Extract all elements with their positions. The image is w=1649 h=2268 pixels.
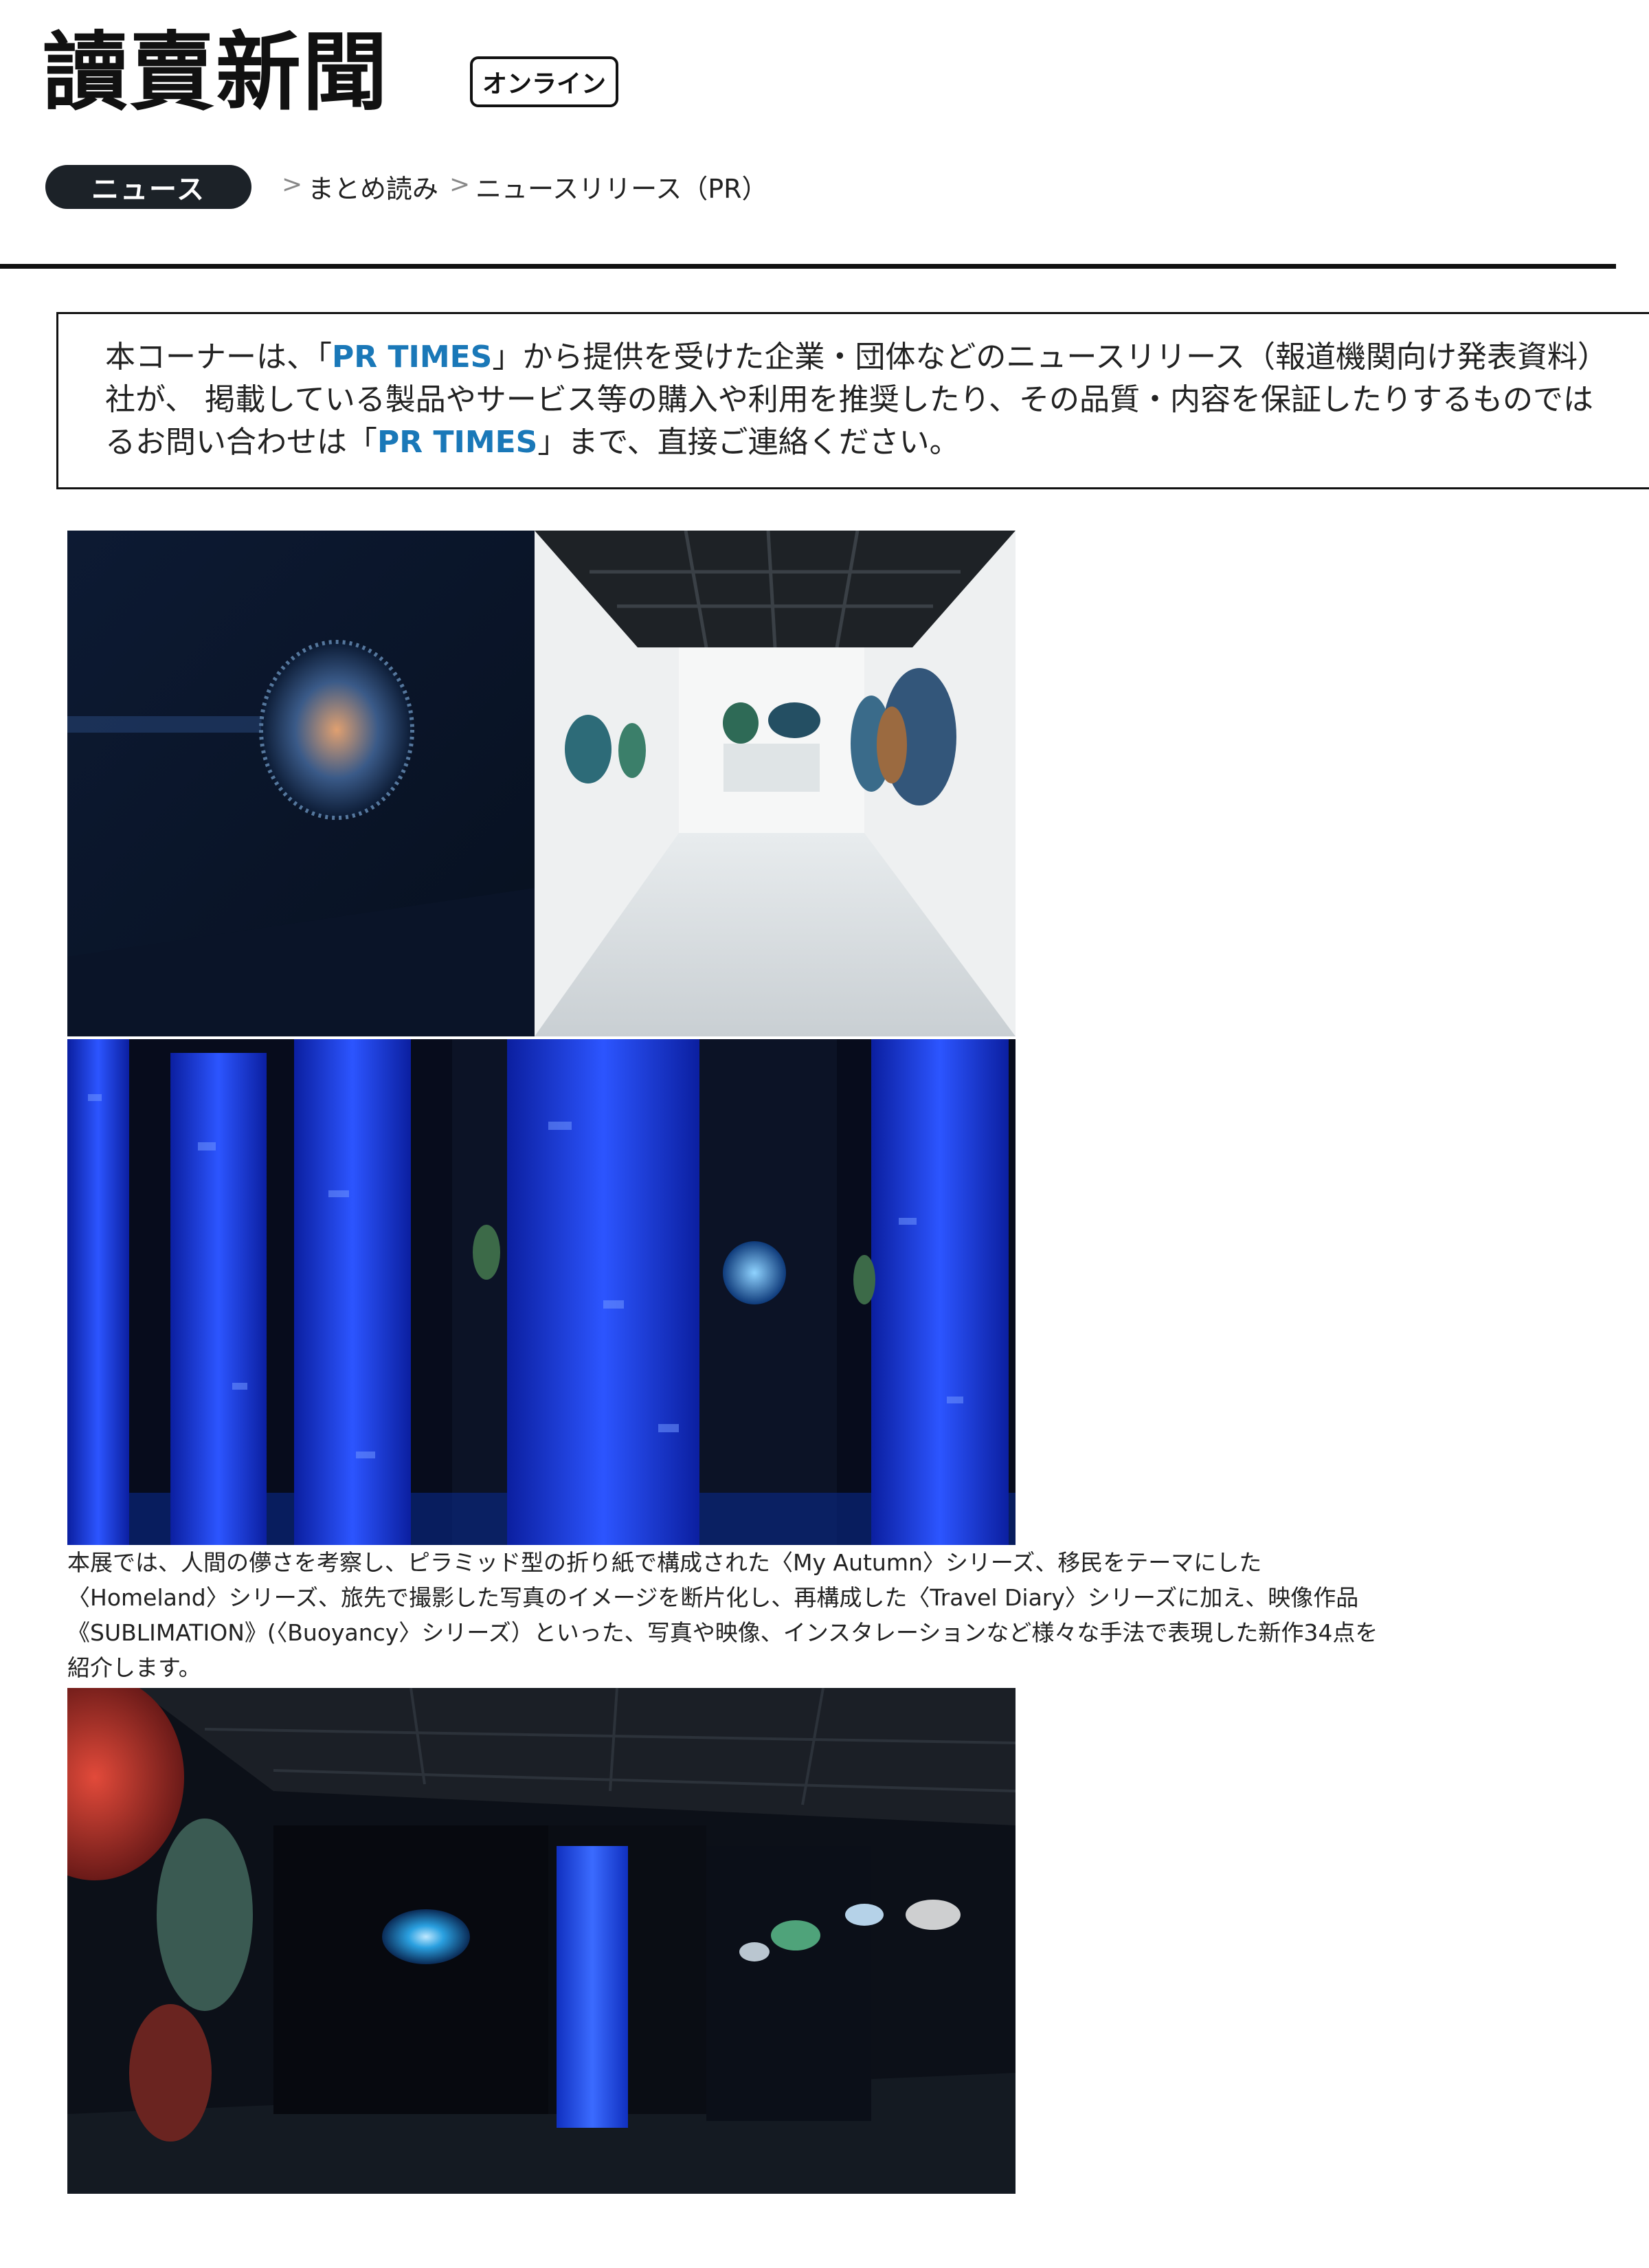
online-badge: オンライン (470, 56, 618, 107)
breadcrumb-news-release-link[interactable]: ニュースリリース（PR） (475, 168, 768, 205)
yomiuri-logo[interactable]: 讀賣新聞 (43, 30, 389, 115)
article-description: 本展では、人間の儚さを考察し、ピラミッド型の折り紙で構成された〈My Autum… (67, 1545, 1620, 1685)
pr-disclaimer-box: 本コーナーは、「PR TIMES」から提供を受けた企業・団体などのニュースリリー… (56, 312, 1649, 489)
pr-times-link[interactable]: PR TIMES (332, 340, 492, 375)
dark-gallery-image (67, 1688, 1016, 2194)
blue-columns-image (67, 1039, 1016, 1545)
breadcrumb-summary-link[interactable]: まとめ読み (308, 168, 438, 205)
disclaimer-line-1: 本コーナーは、「PR TIMES」から提供を受けた企業・団体などのニュースリリー… (105, 340, 1608, 375)
header-divider (0, 264, 1616, 269)
description-line: 紹介します。 (67, 1654, 201, 1681)
dark-gallery-photo (67, 1688, 1016, 2194)
news-section-tab[interactable]: ニュース (45, 165, 251, 209)
pr-times-link[interactable]: PR TIMES (377, 425, 537, 460)
exhibition-corridor-photo (67, 531, 1016, 1036)
exhibition-corridor-image (67, 531, 1016, 1036)
breadcrumb-separator: > (449, 170, 471, 199)
breadcrumb-separator: > (282, 170, 303, 199)
disclaimer-line-3: るお問い合わせは「PR TIMES」まで、直接ご連絡ください。 (105, 425, 960, 460)
description-line: 本展では、人間の儚さを考察し、ピラミッド型の折り紙で構成された〈My Autum… (67, 1549, 1262, 1576)
description-line: 《SUBLIMATION》(〈Buoyancy〉シリーズ）といった、写真や映像、… (67, 1619, 1378, 1646)
disclaimer-line-2: 社が、 掲載している製品やサービス等の購入や利用を推奨したり、その品質・内容を保… (105, 382, 1594, 417)
description-line: 〈Homeland〉シリーズ、旅先で撮影した写真のイメージを断片化し、再構成した… (67, 1584, 1359, 1611)
blue-columns-installation-photo (67, 1039, 1016, 1545)
